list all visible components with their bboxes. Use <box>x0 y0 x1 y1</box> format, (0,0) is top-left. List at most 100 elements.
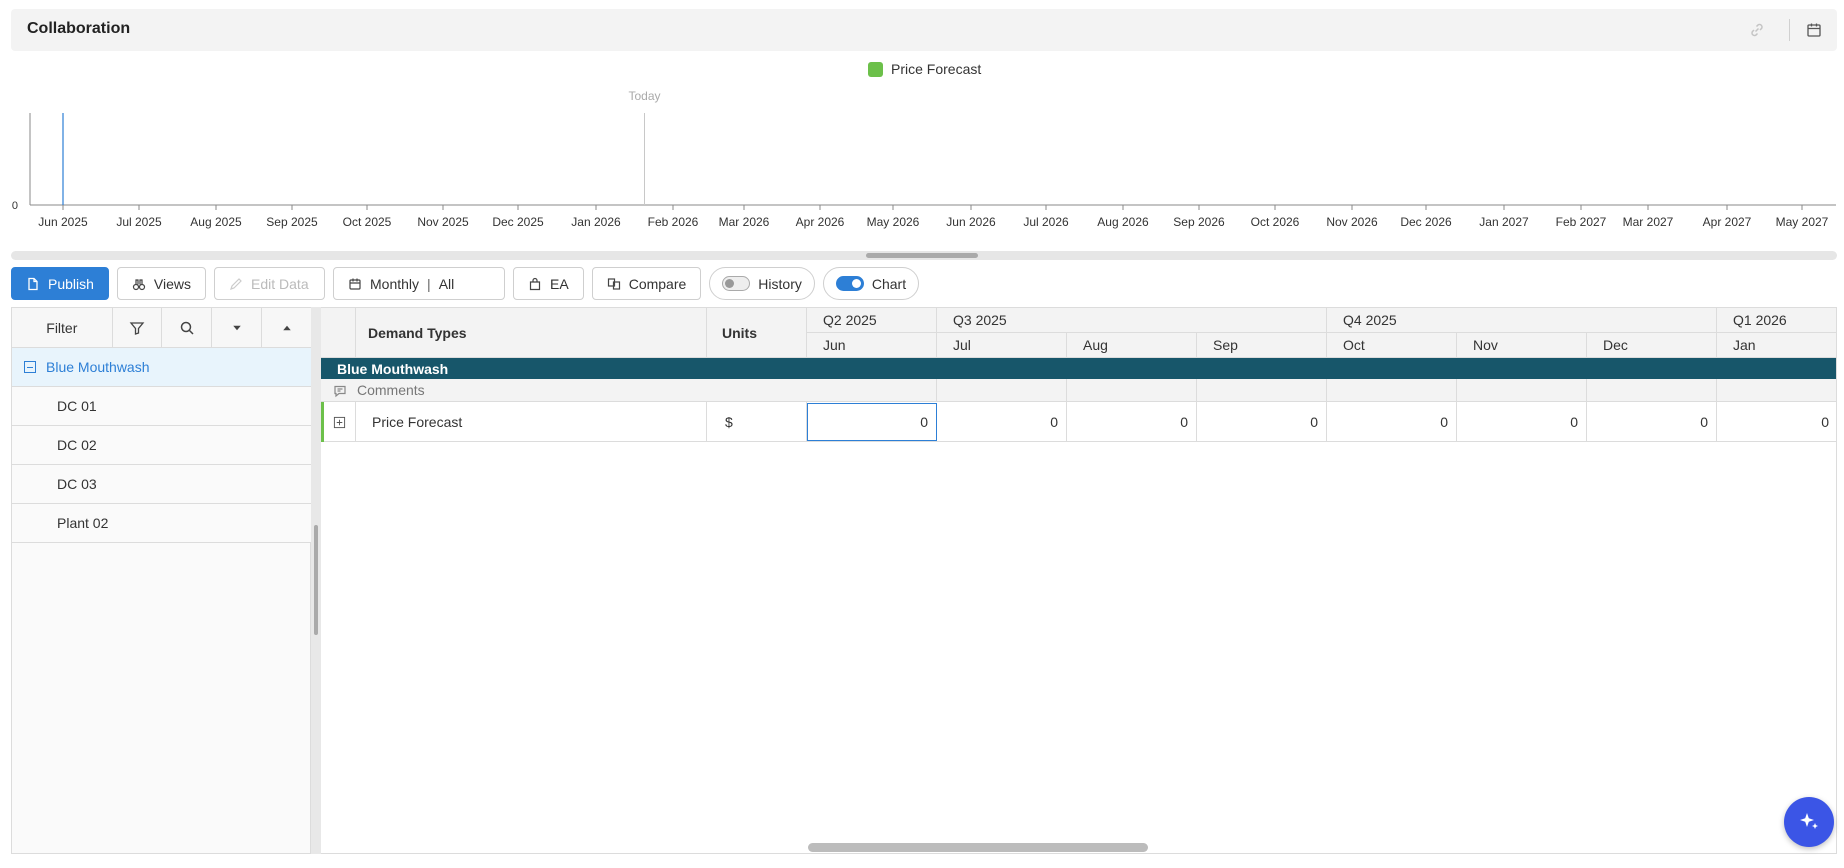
month-header: Nov <box>1457 333 1587 358</box>
views-label: Views <box>153 275 192 292</box>
comment-cell[interactable] <box>1457 379 1587 402</box>
x-tick-label: May 2027 <box>1776 215 1829 229</box>
value-cell[interactable]: 0 <box>1717 402 1836 442</box>
column-header-demand-types[interactable]: Demand Types <box>356 308 707 358</box>
quarter-header: Q2 2025 <box>807 308 937 333</box>
comment-cell[interactable] <box>807 379 937 402</box>
binoculars-icon <box>132 278 146 290</box>
history-toggle[interactable]: History <box>709 267 815 300</box>
comment-cell[interactable] <box>1587 379 1717 402</box>
value-cell[interactable]: 0 <box>1327 402 1457 442</box>
tree-item-dc-03[interactable]: DC 03 <box>12 465 312 504</box>
x-tick-label: Feb 2027 <box>1556 215 1607 229</box>
pencil-icon <box>230 277 242 290</box>
x-tick-label: Sep 2026 <box>1173 215 1225 229</box>
period-selector[interactable]: Monthly | All <box>333 267 506 300</box>
ea-button[interactable]: EA <box>513 267 584 300</box>
header-divider <box>1789 19 1790 41</box>
link-icon[interactable] <box>1748 21 1766 39</box>
chart-switch[interactable] <box>835 276 864 291</box>
panel-splitter[interactable] <box>311 307 321 854</box>
sparkle-icon <box>1800 813 1818 829</box>
chart-legend[interactable]: Price Forecast <box>868 61 981 77</box>
month-header: Oct <box>1327 333 1457 358</box>
tree-item-label: DC 03 <box>57 476 97 492</box>
tree-item-plant-02[interactable]: Plant 02 <box>12 504 312 543</box>
month-header: Jan <box>1717 333 1836 358</box>
period-label: Monthly <box>370 275 420 292</box>
row-expander[interactable] <box>321 402 356 442</box>
x-tick-label: Jan 2027 <box>1479 215 1529 229</box>
chart-toggle[interactable]: Chart <box>822 267 920 300</box>
x-tick-label: Nov 2026 <box>1326 215 1378 229</box>
tree-item-blue-mouthwash[interactable]: Blue Mouthwash <box>12 348 312 387</box>
value-cell[interactable]: 0 <box>1587 402 1717 442</box>
tree-item-label: Blue Mouthwash <box>46 359 150 375</box>
comment-cell[interactable] <box>1197 379 1327 402</box>
history-label: History <box>758 275 802 292</box>
edit-data-button[interactable]: Edit Data <box>214 267 326 300</box>
publish-label: Publish <box>48 275 94 292</box>
value-cell[interactable]: 0 <box>807 403 937 441</box>
month-header: Aug <box>1067 333 1197 358</box>
quarter-header: Q1 2026 <box>1717 308 1836 333</box>
row-label[interactable]: Price Forecast <box>356 402 707 442</box>
comment-cell[interactable] <box>1717 379 1836 402</box>
group-row[interactable]: Blue Mouthwash <box>321 358 1836 379</box>
comment-cell[interactable] <box>1327 379 1457 402</box>
filter-label[interactable]: Filter <box>12 308 113 347</box>
row-units: $ <box>707 402 807 442</box>
views-button[interactable]: Views <box>116 267 207 300</box>
value-cell[interactable]: 0 <box>1457 402 1587 442</box>
x-tick-label: Mar 2027 <box>1623 215 1674 229</box>
ea-label: EA <box>550 275 569 292</box>
page-title: Collaboration <box>27 20 131 37</box>
value-cell[interactable]: 0 <box>1067 402 1197 442</box>
vertical-scrollbar-thumb[interactable] <box>314 525 318 635</box>
month-header: Sep <box>1197 333 1327 358</box>
x-tick-label: Jul 2025 <box>116 215 162 229</box>
x-tick-label: Aug 2025 <box>190 215 242 229</box>
value-cell[interactable]: 0 <box>1197 402 1327 442</box>
comment-cell[interactable] <box>937 379 1067 402</box>
tree-item-dc-01[interactable]: DC 01 <box>12 387 312 426</box>
publish-button[interactable]: Publish <box>11 267 109 300</box>
expand-icon[interactable] <box>333 416 346 429</box>
legend-swatch <box>868 61 883 77</box>
quarter-header: Q4 2025 <box>1327 308 1717 333</box>
x-tick-label: Jul 2026 <box>1023 215 1069 229</box>
search-icon[interactable] <box>162 308 213 347</box>
history-switch[interactable] <box>722 276 751 291</box>
collapse-icon[interactable] <box>24 361 36 373</box>
ai-assistant-button[interactable] <box>1784 797 1834 847</box>
value-cell[interactable]: 0 <box>937 402 1067 442</box>
caret-up-icon[interactable] <box>262 308 312 347</box>
column-header-units[interactable]: Units <box>707 308 807 358</box>
table-row: Price Forecast $ 0 0 0 0 0 0 0 0 <box>321 402 1836 442</box>
month-header: Jul <box>937 333 1067 358</box>
compare-button[interactable]: Compare <box>591 267 702 300</box>
period-separator: | <box>427 275 431 292</box>
comment-icon[interactable] <box>333 384 347 403</box>
tree-item-dc-02[interactable]: DC 02 <box>12 426 312 465</box>
calendar-icon[interactable] <box>1805 21 1823 39</box>
page-header: Collaboration <box>11 9 1837 51</box>
x-tick-label: Apr 2027 <box>1703 215 1752 229</box>
caret-down-icon[interactable] <box>212 308 263 347</box>
x-tick-label: Oct 2025 <box>343 215 392 229</box>
chart-scrollbar[interactable] <box>11 251 1837 260</box>
comments-label: Comments <box>357 382 425 398</box>
grid-horizontal-scrollbar-thumb[interactable] <box>808 843 1148 852</box>
x-tick-label: Jun 2025 <box>38 215 88 229</box>
comments-row[interactable]: Comments <box>321 379 1836 403</box>
document-icon <box>28 277 38 290</box>
today-label: Today <box>628 89 660 103</box>
chart-scrollbar-thumb[interactable] <box>866 253 978 258</box>
x-tick-label: Dec 2026 <box>1400 215 1452 229</box>
tree-item-label: Plant 02 <box>57 515 109 531</box>
bag-icon <box>529 277 541 290</box>
comment-cell[interactable] <box>1067 379 1197 402</box>
x-tick-label: May 2026 <box>867 215 920 229</box>
filter-icon[interactable] <box>113 308 163 347</box>
compare-label: Compare <box>628 275 687 292</box>
